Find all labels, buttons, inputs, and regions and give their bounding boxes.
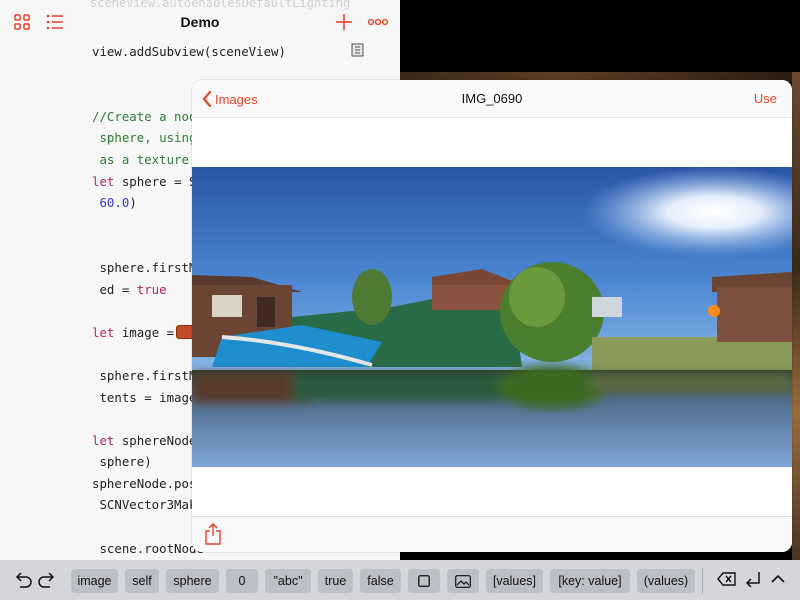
snippet-sphere[interactable]: sphere [166,569,219,593]
keyboard-accessory-bar: image self sphere 0 "abc" true false [va… [0,560,800,600]
code-token: sphere) [92,454,152,470]
snippet-self[interactable]: self [125,569,159,593]
code-token: scene.rootNode [92,540,204,556]
background-photo-edge [792,72,800,560]
grid-icon[interactable] [10,10,34,34]
code-token: ed = [92,281,137,297]
picker-navbar: Images IMG_0690 Use [192,80,792,118]
code-token: sphere.firstMa [92,259,204,275]
snippet-false[interactable]: false [360,569,401,593]
landscape-icon [455,574,471,588]
list-icon[interactable] [43,10,67,34]
code-token: SCNVector3Make [92,497,204,513]
snippet-zero[interactable]: 0 [226,569,258,593]
snippet-image-literal[interactable] [447,569,479,593]
code-token: sphere, using [92,130,197,146]
code-token: view.addSubview(sceneView) [92,44,286,59]
return-icon[interactable] [742,568,764,590]
editor-toolbar: Demo [0,0,400,44]
code-token: true [136,281,167,297]
code-token: image = [114,324,182,340]
code-token: sphereNode [114,432,197,448]
code-line[interactable]: view.addSubview(sceneView) [92,41,286,63]
plus-icon[interactable] [332,10,356,34]
separator [702,568,703,594]
code-token: 60.0 [92,195,130,211]
code-token: sphereNode.posi [92,475,204,491]
square-icon [418,575,430,587]
snippet-array[interactable]: [values] [486,569,543,593]
undo-icon[interactable] [12,568,34,590]
back-button[interactable]: Images [202,89,258,109]
chevron-up-icon[interactable] [767,568,789,590]
use-button[interactable]: Use [754,91,777,106]
snippet-tuple[interactable]: (values) [637,569,695,593]
code-token: as a texture [92,151,189,167]
snippet-true[interactable]: true [318,569,353,593]
code-token: let [92,173,115,189]
snippet-color-literal[interactable] [408,569,440,593]
more-icon[interactable] [366,10,390,34]
code-token: sphere.firstMa [92,367,204,383]
redo-icon[interactable] [36,568,58,590]
snippet-dictionary[interactable]: [key: value] [550,569,630,593]
code-token: let [92,432,115,448]
snippet-image[interactable]: image [71,569,118,593]
code-token: tents = image [92,389,197,405]
panorama-image [192,167,792,467]
image-picker-popover: Images IMG_0690 Use [192,80,792,552]
code-token: //Create a node [92,108,204,124]
delete-backward-icon[interactable] [716,568,738,590]
back-button-label: Images [215,91,258,107]
code-token: ) [129,195,137,211]
chevron-left-icon [202,91,212,107]
code-token: let [92,324,115,340]
code-token: sphere = SC [114,173,204,189]
share-icon[interactable] [204,523,222,545]
snippet-string[interactable]: "abc" [265,569,311,593]
editor-title: Demo [180,14,220,30]
document-icon[interactable] [351,43,364,57]
picker-title: IMG_0690 [461,91,523,106]
picker-bottom-bar [192,516,792,552]
